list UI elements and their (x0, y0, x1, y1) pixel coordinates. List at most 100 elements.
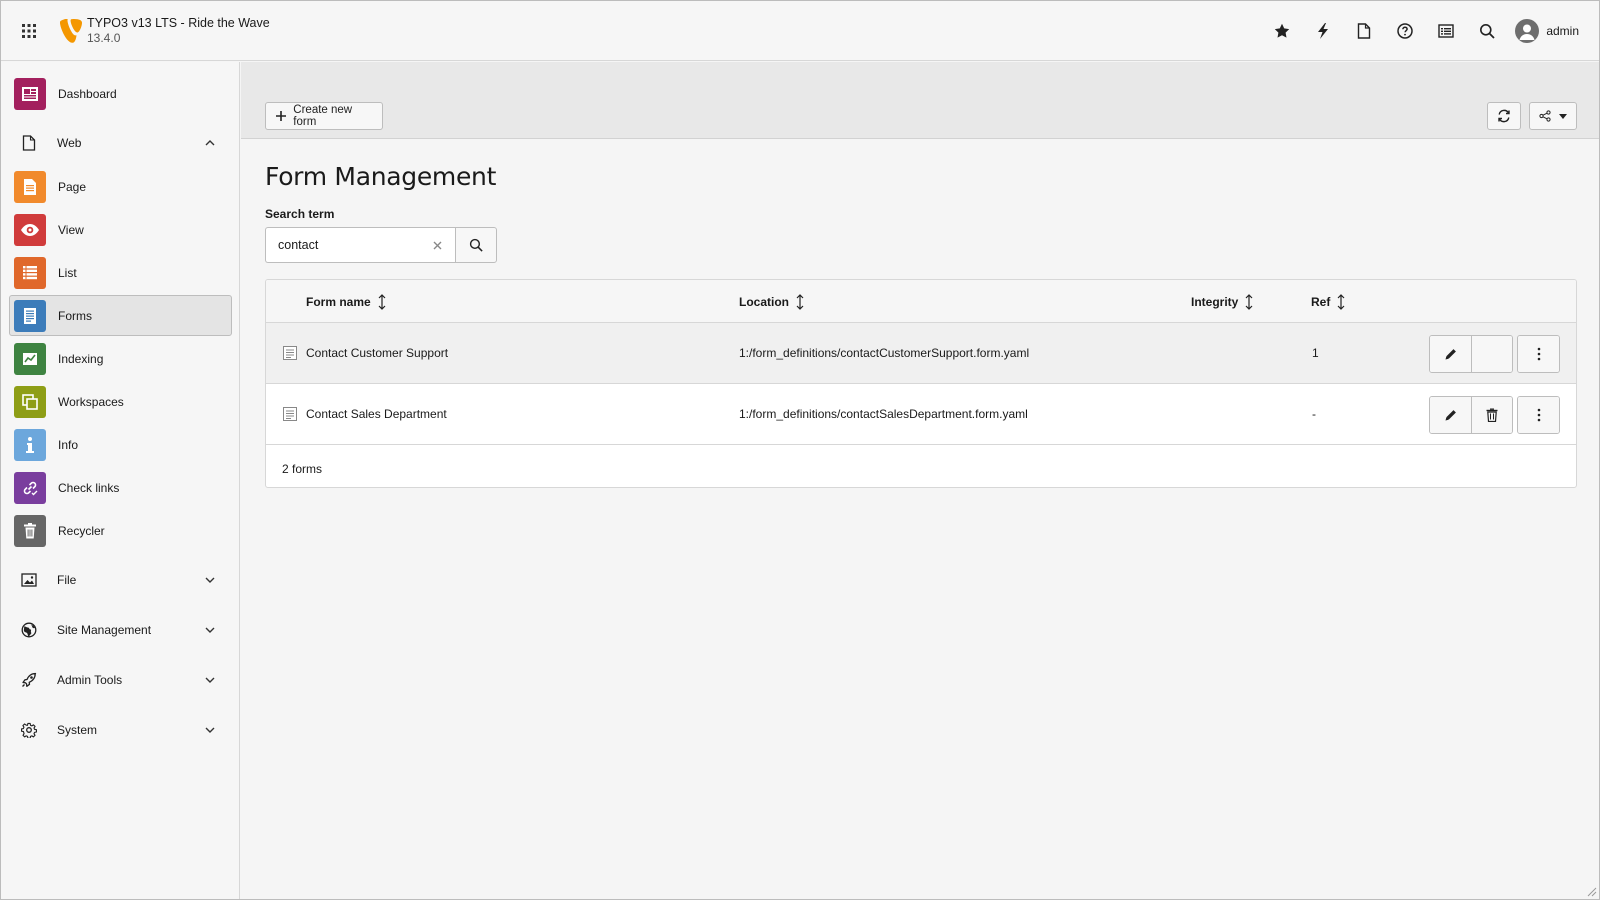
share-dropdown-button[interactable] (1529, 102, 1577, 130)
system-information-button[interactable] (1425, 1, 1466, 61)
toolbar-right: admin (1261, 1, 1599, 61)
typo3-logo-icon (60, 18, 82, 43)
row-actions (1425, 396, 1560, 434)
edit-delete-group (1429, 396, 1513, 434)
forms-table: Form name Location Integrity Ref Contact… (265, 279, 1577, 488)
form-location: 1:/form_definitions/contactCustomerSuppo… (739, 346, 1030, 360)
page-module-icon (14, 170, 46, 203)
reload-button[interactable] (1487, 102, 1521, 130)
open-documents-button[interactable] (1343, 1, 1384, 61)
form-icon (283, 346, 297, 360)
trash-icon (1486, 408, 1498, 422)
avatar (1515, 19, 1540, 43)
sidebar-item-view[interactable]: View (9, 209, 232, 250)
delete-button[interactable] (1471, 397, 1512, 433)
sidebar-group-site-management[interactable]: Site Management (9, 610, 232, 650)
sidebar-group-label: Admin Tools (57, 673, 123, 687)
bookmarks-button[interactable] (1261, 1, 1302, 61)
check-links-module-icon (14, 471, 46, 504)
form-ref: 1 (1312, 346, 1319, 360)
pencil-icon (1445, 349, 1456, 360)
star-icon (1274, 23, 1290, 38)
table-row: Contact Sales Department 1:/form_definit… (266, 384, 1576, 445)
column-form-name[interactable]: Form name (306, 294, 387, 310)
search-button[interactable] (1466, 1, 1507, 61)
typo3-logo[interactable] (57, 1, 85, 61)
sidebar-group-admin-tools[interactable]: Admin Tools (9, 660, 232, 700)
user-menu[interactable]: admin (1507, 1, 1599, 61)
chevron-down-icon (202, 672, 218, 688)
sidebar-group-web[interactable]: Web (9, 123, 232, 163)
indexing-module-icon (14, 342, 46, 375)
search-submit-button[interactable] (455, 227, 497, 263)
column-header-label: Form name (306, 295, 371, 309)
sidebar-item-label: Page (58, 179, 87, 194)
sidebar-item-label: Workspaces (58, 394, 124, 409)
form-name[interactable]: Contact Customer Support (306, 346, 448, 360)
lightning-icon (1317, 23, 1328, 39)
sidebar-group-system[interactable]: System (9, 710, 232, 750)
sidebar-group-label: System (57, 723, 98, 737)
sidebar-item-dashboard[interactable]: Dashboard (9, 73, 232, 114)
column-ref[interactable]: Ref (1311, 294, 1346, 310)
sidebar-item-list[interactable]: List (9, 252, 232, 293)
empty-action-slot (1471, 336, 1512, 372)
sidebar-item-label: Forms (58, 308, 92, 323)
form-name[interactable]: Contact Sales Department (306, 407, 447, 421)
more-actions-button[interactable] (1518, 397, 1559, 433)
column-location[interactable]: Location (739, 294, 805, 310)
search-input[interactable] (265, 227, 455, 263)
sort-icon (1244, 294, 1254, 310)
apps-menu-button[interactable] (1, 1, 57, 61)
ellipsis-vertical-icon (1537, 347, 1540, 361)
column-header-label: Integrity (1191, 295, 1239, 309)
resize-grip-icon[interactable] (1585, 885, 1597, 897)
refresh-icon (1498, 109, 1510, 123)
sidebar-item-check-links[interactable]: Check links (9, 467, 232, 508)
sidebar-item-forms[interactable]: Forms (9, 295, 232, 336)
module-menu: Dashboard Web Page View List Forms Index… (1, 62, 240, 899)
search-form (265, 227, 497, 263)
sidebar-group-file[interactable]: File (9, 560, 232, 600)
grid-icon (22, 23, 36, 38)
form-icon (283, 407, 297, 421)
topbar: TYPO3 v13 LTS - Ride the Wave 13.4.0 adm… (1, 1, 1599, 61)
caret-down-icon (1559, 113, 1567, 119)
table-row: Contact Customer Support 1:/form_definit… (266, 323, 1576, 384)
globe-icon (13, 614, 45, 646)
rocket-icon (13, 664, 45, 696)
info-module-icon (14, 428, 46, 461)
sidebar-item-info[interactable]: Info (9, 424, 232, 465)
more-group (1517, 396, 1560, 434)
close-icon (433, 241, 441, 249)
sidebar-item-label: Info (58, 437, 79, 452)
sidebar-item-workspaces[interactable]: Workspaces (9, 381, 232, 422)
sidebar-item-page[interactable]: Page (9, 166, 232, 207)
chevron-down-icon (202, 722, 218, 738)
create-new-form-button[interactable]: Create new form (265, 102, 383, 130)
page-title: Form Management (265, 162, 497, 191)
ellipsis-vertical-icon (1537, 408, 1540, 422)
share-icon (1539, 110, 1551, 122)
column-integrity[interactable]: Integrity (1191, 294, 1254, 310)
clear-cache-button[interactable] (1302, 1, 1343, 61)
sidebar-item-indexing[interactable]: Indexing (9, 338, 232, 379)
table-header: Form name Location Integrity Ref (266, 280, 1576, 323)
sort-icon (1336, 294, 1346, 310)
edit-button[interactable] (1430, 397, 1471, 433)
view-module-icon (14, 213, 46, 246)
docheader: Create new form (241, 62, 1599, 139)
help-button[interactable] (1384, 1, 1425, 61)
search-icon (1479, 24, 1495, 39)
document-icon (13, 127, 45, 159)
clear-search-button[interactable] (429, 237, 445, 253)
sort-icon (795, 294, 805, 310)
sort-icon (377, 294, 387, 310)
edit-delete-group (1429, 335, 1513, 373)
module-content: Create new form Form Management Search t… (241, 62, 1599, 899)
edit-button[interactable] (1430, 336, 1471, 372)
chevron-down-icon (202, 572, 218, 588)
more-actions-button[interactable] (1518, 336, 1559, 372)
workspaces-module-icon (14, 385, 46, 418)
sidebar-item-recycler[interactable]: Recycler (9, 510, 232, 551)
